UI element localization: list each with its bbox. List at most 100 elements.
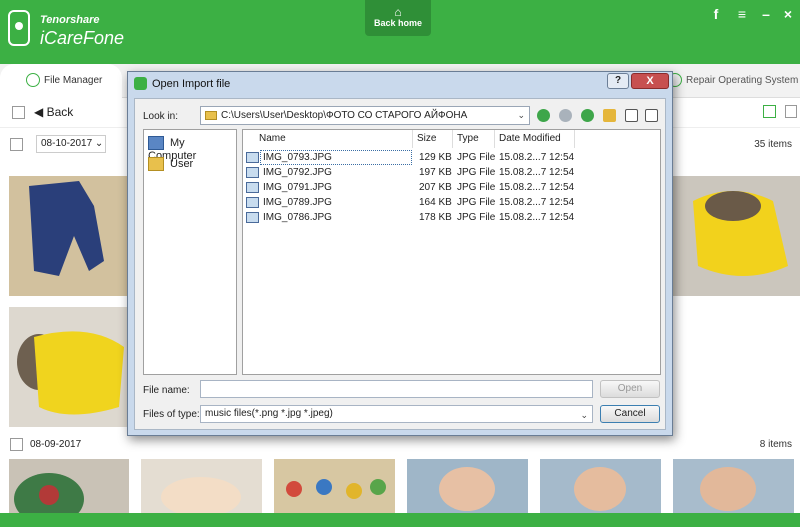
image-file-icon xyxy=(246,197,259,208)
date-value: 08-10-2017 xyxy=(41,138,93,149)
home-icon: ⌂ xyxy=(394,5,402,19)
dialog-app-icon xyxy=(134,77,147,90)
dialog-title: Open Import file xyxy=(152,78,231,90)
back-arrow-icon: ◀ xyxy=(34,105,47,119)
look-in-path: C:\Users\User\Desktop\ФОТО СО СТАРОГО АЙ… xyxy=(221,110,468,121)
photo-thumbnail[interactable] xyxy=(9,176,129,296)
date-dropdown[interactable]: 08-10-2017 ⌄ xyxy=(36,135,106,153)
column-header-size[interactable]: Size xyxy=(413,130,453,148)
help-button[interactable]: ? xyxy=(607,73,629,89)
file-size: 164 KB xyxy=(419,197,452,208)
date-group-row: 08-09-2017 8 items xyxy=(0,434,800,462)
file-row[interactable]: IMG_0793.JPG 129 KB JPG File 15.08.2...7… xyxy=(243,150,660,165)
photo-thumbnail[interactable] xyxy=(673,176,800,296)
file-row[interactable]: IMG_0792.JPG 197 KB JPG File 15.08.2...7… xyxy=(243,165,660,180)
file-type: JPG File xyxy=(457,212,496,223)
file-date: 15.08.2...7 12:54 xyxy=(499,197,575,208)
back-nav-icon[interactable] xyxy=(537,109,550,122)
file-type: JPG File xyxy=(457,197,496,208)
facebook-icon[interactable]: f xyxy=(708,6,724,22)
places-panel: My Computer User xyxy=(143,129,237,375)
file-date: 15.08.2...7 12:54 xyxy=(499,152,575,163)
items-count: 8 items xyxy=(759,439,792,450)
details-view-icon[interactable] xyxy=(645,109,658,122)
place-user[interactable]: User xyxy=(148,157,193,171)
file-type: JPG File xyxy=(457,152,496,163)
app-header: Tenorshare iCareFone ⌂ Back home f ≡ – × xyxy=(0,0,800,64)
select-all-checkbox[interactable] xyxy=(12,106,25,119)
cancel-button[interactable]: Cancel xyxy=(600,405,660,423)
file-manager-icon xyxy=(26,73,40,88)
photo-thumbnail[interactable] xyxy=(407,459,528,513)
back-home-label: Back home xyxy=(373,18,423,28)
file-size: 207 KB xyxy=(419,182,452,193)
new-folder-icon[interactable] xyxy=(603,109,616,122)
file-date: 15.08.2...7 12:54 xyxy=(499,182,575,193)
image-file-icon xyxy=(246,152,259,163)
file-date: 15.08.2...7 12:54 xyxy=(499,167,575,178)
file-name: IMG_0793.JPG xyxy=(263,152,332,163)
place-label: User xyxy=(170,157,194,170)
file-type: JPG File xyxy=(457,167,496,178)
file-date: 15.08.2...7 12:54 xyxy=(499,212,575,223)
folder-icon xyxy=(205,111,217,120)
dialog-body: Look in: C:\Users\User\Desktop\ФОТО СО С… xyxy=(134,98,666,430)
back-button[interactable]: ◀ Back xyxy=(34,105,73,119)
file-name: IMG_0792.JPG xyxy=(263,167,332,178)
file-row[interactable]: IMG_0789.JPG 164 KB JPG File 15.08.2...7… xyxy=(243,195,660,210)
group-checkbox[interactable] xyxy=(10,438,23,451)
close-dialog-button[interactable]: X xyxy=(631,73,669,89)
column-header-name[interactable]: Name xyxy=(255,130,413,148)
forward-nav-icon[interactable] xyxy=(559,109,572,122)
tab-file-manager[interactable]: File Manager xyxy=(0,64,122,98)
tab-repair-os[interactable]: Repair Operating System xyxy=(668,64,798,98)
tab-repair-os-label: Repair Operating System xyxy=(686,75,799,86)
close-app-icon[interactable]: × xyxy=(780,6,796,22)
file-list: Name Size Type Date Modified IMG_0793.JP… xyxy=(242,129,661,375)
column-header-date[interactable]: Date Modified xyxy=(495,130,575,148)
image-file-icon xyxy=(246,167,259,178)
open-import-dialog: Open Import file ? X Look in: C:\Users\U… xyxy=(127,71,673,436)
files-of-type-dropdown[interactable]: music files(*.png *.jpg *.jpeg) ⌄ xyxy=(200,405,593,423)
computer-icon xyxy=(148,136,164,150)
grid-view-icon[interactable] xyxy=(785,105,797,118)
files-of-type-label: Files of type: xyxy=(143,409,200,420)
menu-icon[interactable]: ≡ xyxy=(734,6,750,22)
look-in-label: Look in: xyxy=(143,111,179,122)
app-logo-icon xyxy=(8,10,30,46)
photo-thumbnail[interactable] xyxy=(9,307,129,427)
chevron-down-icon: ⌄ xyxy=(517,110,525,120)
file-name-input[interactable] xyxy=(200,380,593,398)
photo-thumbnail[interactable] xyxy=(274,459,395,513)
items-count: 35 items xyxy=(754,139,792,150)
minimize-icon[interactable]: – xyxy=(758,6,774,22)
file-name: IMG_0789.JPG xyxy=(263,197,332,208)
brand-small: Tenorshare xyxy=(40,14,100,26)
list-view-icon[interactable] xyxy=(625,109,638,122)
photo-thumbnail[interactable] xyxy=(540,459,661,513)
column-header-type[interactable]: Type xyxy=(453,130,495,148)
file-size: 178 KB xyxy=(419,212,452,223)
back-home-button[interactable]: ⌂ Back home xyxy=(365,0,431,36)
photo-thumbnail[interactable] xyxy=(9,459,129,513)
list-view-icon[interactable] xyxy=(763,105,776,118)
photo-thumbnail[interactable] xyxy=(673,459,794,513)
file-row[interactable]: IMG_0786.JPG 178 KB JPG File 15.08.2...7… xyxy=(243,210,660,225)
group-checkbox[interactable] xyxy=(10,138,23,151)
look-in-dropdown[interactable]: C:\Users\User\Desktop\ФОТО СО СТАРОГО АЙ… xyxy=(200,106,530,125)
chevron-down-icon: ⌄ xyxy=(580,410,588,420)
bottom-bar xyxy=(0,513,800,527)
tab-file-manager-label: File Manager xyxy=(44,75,103,86)
file-name-label: File name: xyxy=(143,385,190,396)
date-label: 08-09-2017 xyxy=(30,439,82,450)
user-folder-icon xyxy=(148,157,164,171)
file-name: IMG_0786.JPG xyxy=(263,212,332,223)
open-button[interactable]: Open xyxy=(600,380,660,398)
brand-name: iCareFone xyxy=(40,28,125,48)
dialog-titlebar[interactable]: Open Import file ? X xyxy=(128,72,672,96)
file-row[interactable]: IMG_0791.JPG 207 KB JPG File 15.08.2...7… xyxy=(243,180,660,195)
photo-thumbnail[interactable] xyxy=(141,459,262,513)
file-name: IMG_0791.JPG xyxy=(263,182,332,193)
up-folder-icon[interactable] xyxy=(581,109,594,122)
files-of-type-value: music files(*.png *.jpg *.jpeg) xyxy=(205,408,333,419)
